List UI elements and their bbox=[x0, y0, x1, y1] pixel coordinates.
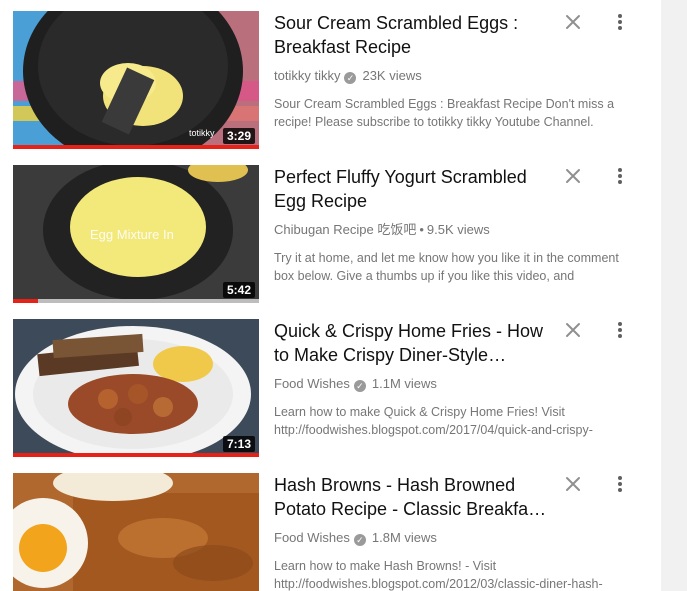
close-icon bbox=[566, 15, 580, 29]
video-title[interactable]: Perfect Fluffy Yogurt Scrambled Egg Reci… bbox=[274, 165, 549, 213]
thumbnail-watermark: totikky bbox=[189, 128, 215, 138]
video-meta: Food Wishes ✓ 1.8M views bbox=[274, 530, 574, 546]
video-duration: 5:42 bbox=[222, 282, 255, 298]
video-title[interactable]: Sour Cream Scrambled Eggs : Breakfast Re… bbox=[274, 11, 549, 59]
close-icon bbox=[566, 323, 580, 337]
video-meta: totikky tikky ✓ 23K views bbox=[274, 68, 574, 84]
video-item[interactable]: Hash Browns - Hash Browned Potato Recipe… bbox=[0, 473, 661, 591]
more-vert-icon bbox=[618, 168, 622, 184]
recommendations-page: totikky 3:29 Sour Cream Scrambled Eggs :… bbox=[0, 0, 687, 591]
video-thumbnail[interactable]: 7:13 bbox=[13, 319, 259, 457]
more-actions-button[interactable] bbox=[612, 12, 628, 32]
video-description: Learn how to make Hash Browns! - Visit h… bbox=[274, 559, 603, 591]
dismiss-button[interactable] bbox=[563, 320, 583, 340]
video-thumbnail[interactable]: totikky 3:29 bbox=[13, 11, 259, 149]
video-description: Try it at home, and let me know how you … bbox=[274, 251, 619, 283]
scrollbar-track[interactable] bbox=[661, 0, 687, 591]
view-count: 9.5K views bbox=[426, 222, 490, 237]
watch-progress-fill bbox=[13, 145, 259, 149]
channel-name[interactable]: Food Wishes bbox=[274, 530, 350, 545]
channel-name[interactable]: Food Wishes bbox=[274, 376, 350, 391]
video-duration: 7:13 bbox=[222, 436, 255, 452]
verified-check-icon: ✓ bbox=[353, 380, 366, 392]
view-count: 1.8M views bbox=[371, 530, 437, 545]
more-actions-button[interactable] bbox=[612, 474, 628, 494]
watch-progress-bar bbox=[13, 453, 259, 457]
more-vert-icon bbox=[618, 322, 622, 338]
channel-name[interactable]: Chibugan Recipe 吃饭吧 bbox=[274, 222, 416, 237]
video-item[interactable]: totikky 3:29 Sour Cream Scrambled Eggs :… bbox=[0, 11, 661, 151]
more-actions-button[interactable] bbox=[612, 320, 628, 340]
watch-progress-bar bbox=[13, 145, 259, 149]
video-item[interactable]: 7:13 Quick & Crispy Home Fries - How to … bbox=[0, 319, 661, 459]
thumbnail-image-eggs-pan bbox=[13, 11, 259, 149]
dismiss-button[interactable] bbox=[563, 12, 583, 32]
video-thumbnail[interactable] bbox=[13, 473, 259, 591]
view-count: 23K views bbox=[362, 68, 422, 83]
dismiss-button[interactable] bbox=[563, 474, 583, 494]
video-item[interactable]: Egg Mixture In 5:42 Perfect Fluffy Yogur… bbox=[0, 165, 661, 305]
close-icon bbox=[566, 477, 580, 491]
video-title[interactable]: Quick & Crispy Home Fries - How to Make … bbox=[274, 319, 549, 367]
video-title[interactable]: Hash Browns - Hash Browned Potato Recipe… bbox=[274, 473, 549, 521]
view-count: 1.1M views bbox=[371, 376, 437, 391]
watch-progress-fill bbox=[13, 299, 38, 303]
thumbnail-image-hash-browns bbox=[13, 473, 259, 591]
more-vert-icon bbox=[618, 476, 622, 492]
video-description: Learn how to make Quick & Crispy Home Fr… bbox=[274, 405, 593, 437]
verified-check-icon: ✓ bbox=[344, 72, 357, 84]
more-vert-icon bbox=[618, 14, 622, 30]
thumbnail-overlay-text: Egg Mixture In bbox=[90, 227, 174, 242]
video-meta: Chibugan Recipe 吃饭吧 • 9.5K views bbox=[274, 222, 490, 237]
video-description: Sour Cream Scrambled Eggs : Breakfast Re… bbox=[274, 97, 615, 129]
close-icon bbox=[566, 169, 580, 183]
video-meta: Food Wishes ✓ 1.1M views bbox=[274, 376, 574, 392]
video-duration: 3:29 bbox=[222, 128, 255, 144]
channel-name[interactable]: totikky tikky bbox=[274, 68, 340, 83]
thumbnail-image-home-fries bbox=[13, 319, 259, 457]
watch-progress-bar bbox=[13, 299, 259, 303]
video-thumbnail[interactable]: Egg Mixture In 5:42 bbox=[13, 165, 259, 303]
dismiss-button[interactable] bbox=[563, 166, 583, 186]
more-actions-button[interactable] bbox=[612, 166, 628, 186]
verified-check-icon: ✓ bbox=[353, 534, 366, 546]
watch-progress-fill bbox=[13, 453, 259, 457]
